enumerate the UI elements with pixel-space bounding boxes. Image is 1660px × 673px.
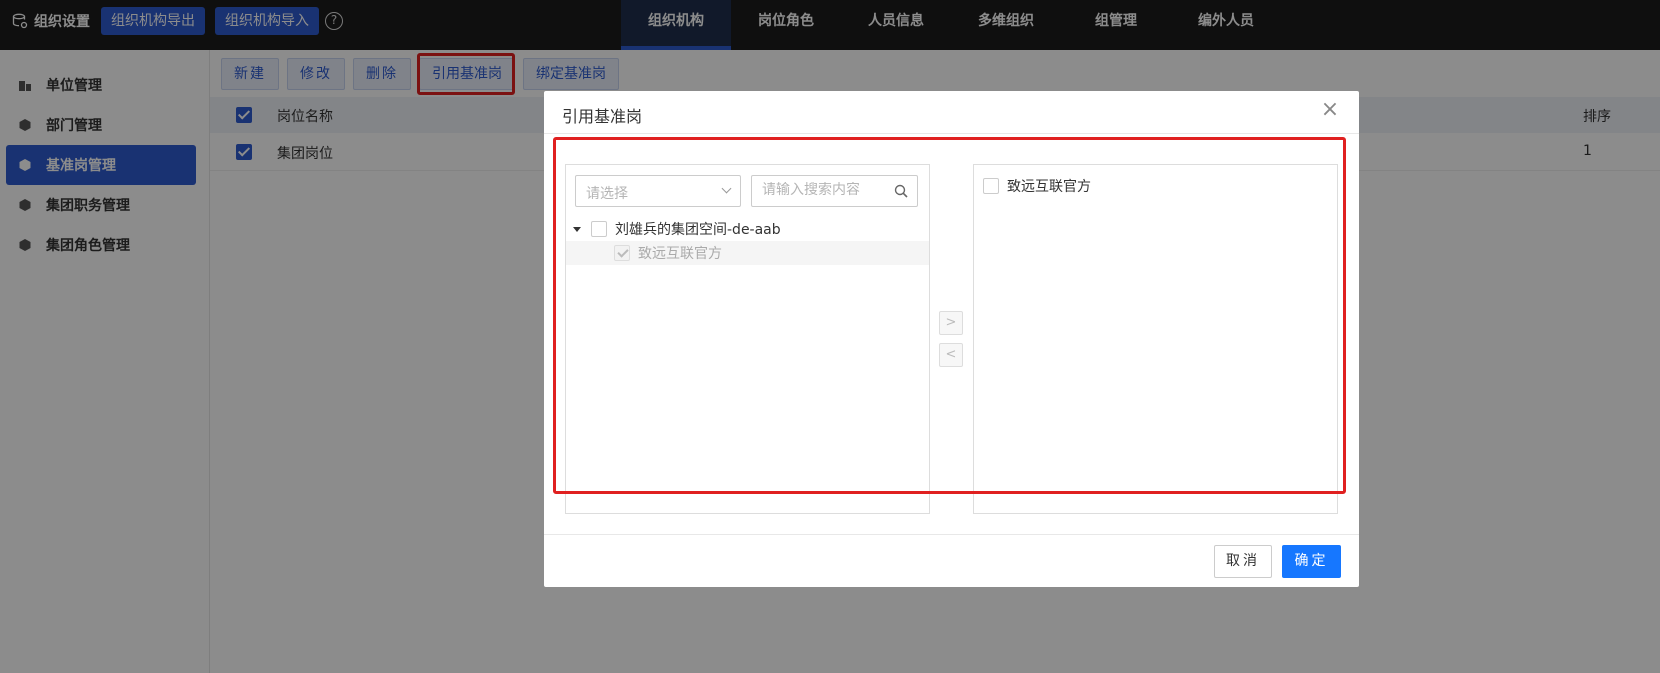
dialog-footer-divider: [544, 534, 1359, 535]
ok-button[interactable]: 确定: [1282, 545, 1341, 578]
dialog-header-divider: [544, 133, 1359, 134]
cancel-button[interactable]: 取消: [1214, 545, 1272, 578]
highlight-transfer-area: [553, 137, 1346, 494]
close-icon[interactable]: ×: [1319, 99, 1341, 121]
dialog-title: 引用基准岗: [562, 107, 643, 126]
